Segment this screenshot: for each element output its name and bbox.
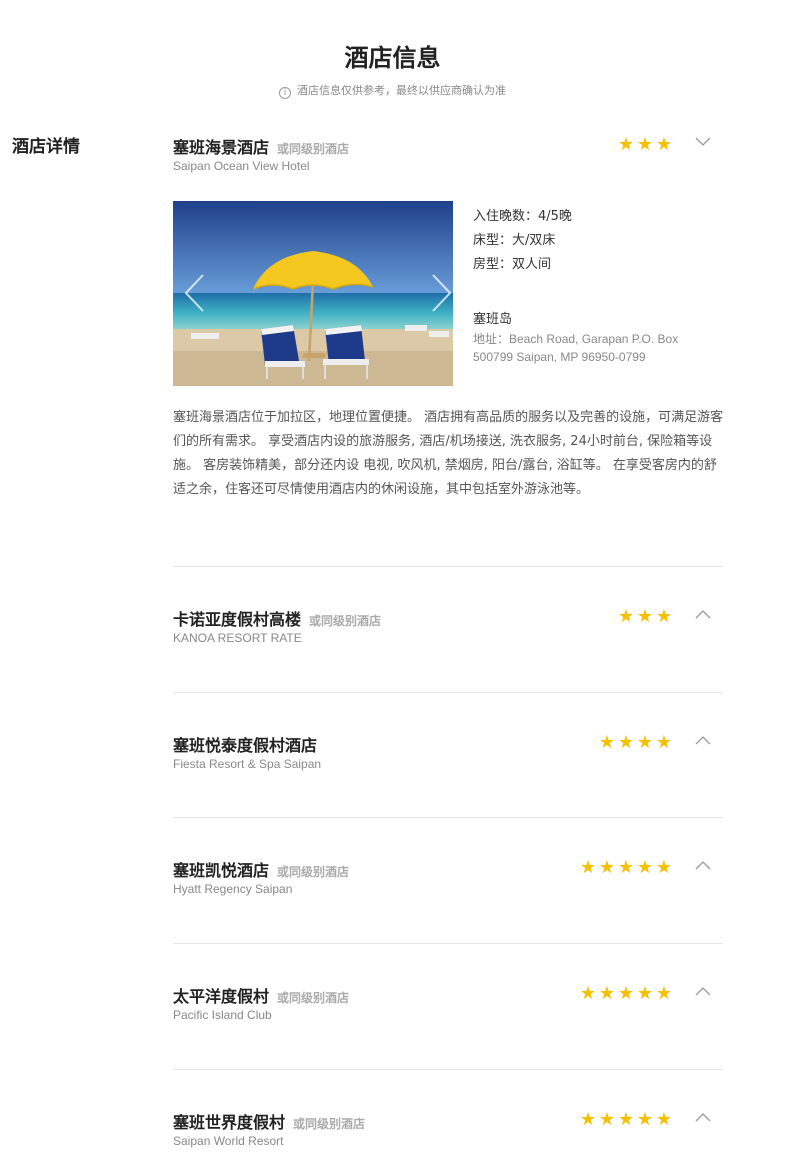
star-rating: ★ ★ ★ [617, 606, 673, 627]
star-icon: ★ [579, 1109, 597, 1130]
hotel-photo [173, 201, 453, 386]
chevron-left-icon[interactable] [183, 273, 205, 313]
island-name: 塞班岛 [473, 312, 513, 327]
hotel-name: 卡诺亚度假村高楼 [173, 610, 302, 629]
hotel-english-name: Pacific Island Club [173, 1008, 272, 1022]
chevron-up-icon[interactable] [695, 609, 711, 623]
hotel-name: 太平洋度假村 [173, 987, 270, 1006]
hotel-name: 塞班世界度假村 [173, 1113, 286, 1132]
hotel-english-name: KANOA RESORT RATE [173, 631, 302, 645]
hotel-card: 塞班海景酒店 或同级别酒店 ★ ★ ★ Saipan Ocean View Hotel [173, 134, 723, 173]
star-icon: ★ [655, 1109, 673, 1130]
hotel-name: 塞班海景酒店 [173, 138, 270, 157]
star-icon: ★ [579, 983, 597, 1004]
hotel-photo-carousel[interactable] [173, 201, 453, 386]
star-icon: ★ [655, 732, 673, 753]
hotel-card[interactable]: 塞班凯悦酒店 或同级别酒店 ★ ★ ★ ★ ★ Hyatt Regency Saipan [173, 857, 723, 896]
star-rating: ★ ★ ★ ★ ★ [579, 983, 673, 1004]
hotel-alt-tag: 或同级别酒店 [309, 614, 382, 628]
star-icon: ★ [655, 983, 673, 1004]
hotel-english-name: Fiesta Resort & Spa Saipan [173, 757, 322, 771]
star-icon: ★ [636, 606, 654, 627]
divider [173, 943, 723, 944]
star-icon: ★ [655, 134, 673, 155]
chevron-down-icon[interactable] [695, 137, 711, 151]
star-rating: ★ ★ ★ ★ ★ [579, 857, 673, 878]
hotel-alt-tag: 或同级别酒店 [277, 991, 350, 1005]
notice: i 酒店信息仅供参考，最终以供应商确认为准 [0, 82, 785, 99]
hotel-alt-tag: 或同级别酒店 [277, 142, 350, 156]
hotel-english-name: Saipan Ocean View Hotel [173, 159, 310, 173]
hotel-alt-tag: 或同级别酒店 [277, 865, 350, 879]
star-icon: ★ [617, 983, 635, 1004]
star-icon: ★ [617, 1109, 635, 1130]
star-rating: ★ ★ ★ ★ ★ [579, 1109, 673, 1130]
room-type-text: 房型：双人间 [473, 257, 552, 272]
star-icon: ★ [636, 732, 654, 753]
nights-text: 入住晚数：4/5晚 [473, 209, 572, 224]
notice-text: 酒店信息仅供参考，最终以供应商确认为准 [297, 84, 506, 97]
room-info: 入住晚数：4/5晚 床型：大/双床 房型：双人间 [473, 205, 572, 277]
star-icon: ★ [598, 1109, 616, 1130]
star-icon: ★ [636, 1109, 654, 1130]
divider [173, 1069, 723, 1070]
star-icon: ★ [655, 857, 673, 878]
chevron-right-icon[interactable] [431, 273, 453, 313]
star-icon: ★ [579, 857, 597, 878]
bed-type-text: 床型：大/双床 [473, 233, 556, 248]
hotel-address: 地址：Beach Road, Garapan P.O. Box 500799 S… [473, 332, 679, 364]
hotel-location: 塞班岛 地址：Beach Road, Garapan P.O. Box 5007… [473, 310, 713, 366]
star-icon: ★ [636, 857, 654, 878]
hotel-name: 塞班凯悦酒店 [173, 861, 270, 880]
chevron-up-icon[interactable] [695, 1112, 711, 1126]
divider [173, 817, 723, 818]
hotel-description: 塞班海景酒店位于加拉区，地理位置便捷。 酒店拥有高品质的服务以及完善的设施，可满… [173, 410, 724, 497]
hotel-card[interactable]: 太平洋度假村 或同级别酒店 ★ ★ ★ ★ ★ Pacific Island Club [173, 983, 723, 1022]
hotel-english-name: Saipan World Resort [173, 1134, 284, 1148]
star-icon: ★ [617, 732, 635, 753]
page-title: 酒店信息 [344, 44, 441, 72]
chevron-up-icon[interactable] [695, 860, 711, 874]
hotel-name: 塞班悦泰度假村酒店 [173, 736, 318, 755]
star-icon: ★ [598, 857, 616, 878]
info-icon: i [279, 87, 291, 99]
star-rating: ★ ★ ★ [617, 134, 673, 155]
hotel-card[interactable]: 卡诺亚度假村高楼 或同级别酒店 ★ ★ ★ KANOA RESORT RATE [173, 606, 723, 645]
section-label: 酒店详情 [12, 137, 80, 157]
star-icon: ★ [617, 134, 635, 155]
divider [173, 566, 723, 567]
star-rating: ★ ★ ★ ★ [598, 732, 673, 753]
star-icon: ★ [617, 606, 635, 627]
divider [173, 692, 723, 693]
hotel-alt-tag: 或同级别酒店 [293, 1117, 366, 1131]
star-icon: ★ [655, 606, 673, 627]
hotel-card[interactable]: 塞班世界度假村 或同级别酒店 ★ ★ ★ ★ ★ Saipan World Resort [173, 1109, 723, 1148]
chevron-up-icon[interactable] [695, 735, 711, 749]
star-icon: ★ [598, 732, 616, 753]
star-icon: ★ [636, 983, 654, 1004]
chevron-up-icon[interactable] [695, 986, 711, 1000]
star-icon: ★ [617, 857, 635, 878]
star-icon: ★ [598, 983, 616, 1004]
hotel-english-name: Hyatt Regency Saipan [173, 882, 293, 896]
hotel-card[interactable]: 塞班悦泰度假村酒店 ★ ★ ★ ★ Fiesta Resort & Spa Saipa… [173, 732, 723, 771]
star-icon: ★ [636, 134, 654, 155]
